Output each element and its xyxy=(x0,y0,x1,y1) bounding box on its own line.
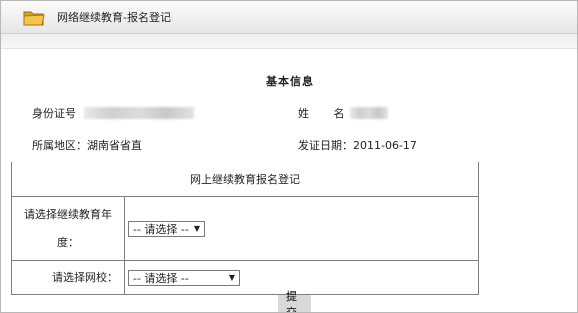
id-number-row: 身份证号 xyxy=(32,105,194,121)
school-row: 请选择网校： -- 请选择 -- ▼ xyxy=(12,261,478,295)
school-select-value: -- 请选择 -- xyxy=(133,272,189,285)
region-row: 所属地区： 湖南省省直 xyxy=(32,137,142,153)
id-number-label: 身份证号 xyxy=(32,107,76,120)
page-title: 网络继续教育-报名登记 xyxy=(57,11,171,24)
folder-icon xyxy=(23,11,45,25)
registration-page: 网络继续教育-报名登记 基本信息 身份证号 姓 名 所属地区： 湖南省省直 发证… xyxy=(0,0,578,313)
basic-info-title: 基本信息 xyxy=(266,75,314,88)
name-label: 姓 名 xyxy=(298,107,345,120)
dropdown-arrow-icon: ▼ xyxy=(228,273,235,282)
id-number-redacted xyxy=(84,107,194,119)
year-row: 请选择继续教育年度： -- 请选择 -- ▼ xyxy=(12,197,478,261)
issue-date-value: 2011-06-17 xyxy=(353,138,417,152)
submit-button[interactable]: 提交 xyxy=(278,290,311,312)
registration-form: 网上继续教育报名登记 请选择继续教育年度： -- 请选择 -- ▼ 请选择网校：… xyxy=(11,162,479,295)
page-header: 网络继续教育-报名登记 xyxy=(1,1,577,34)
year-cell: -- 请选择 -- ▼ xyxy=(125,197,478,260)
header-subbar xyxy=(1,34,577,49)
name-redacted xyxy=(350,107,389,119)
year-label: 请选择继续教育年度： xyxy=(12,197,125,260)
issue-date-label: 发证日期： xyxy=(298,139,353,152)
name-row: 姓 名 xyxy=(298,105,389,121)
dropdown-arrow-icon: ▼ xyxy=(193,223,200,233)
school-label: 请选择网校： xyxy=(12,261,125,295)
issue-date-row: 发证日期： 2011-06-17 xyxy=(298,137,417,153)
region-value: 湖南省省直 xyxy=(87,139,142,152)
school-select[interactable]: -- 请选择 -- ▼ xyxy=(128,270,240,286)
form-title: 网上继续教育报名登记 xyxy=(12,162,478,197)
year-select-value: -- 请选择 -- xyxy=(133,222,189,236)
year-select[interactable]: -- 请选择 -- ▼ xyxy=(128,220,205,237)
region-label: 所属地区： xyxy=(32,139,87,152)
